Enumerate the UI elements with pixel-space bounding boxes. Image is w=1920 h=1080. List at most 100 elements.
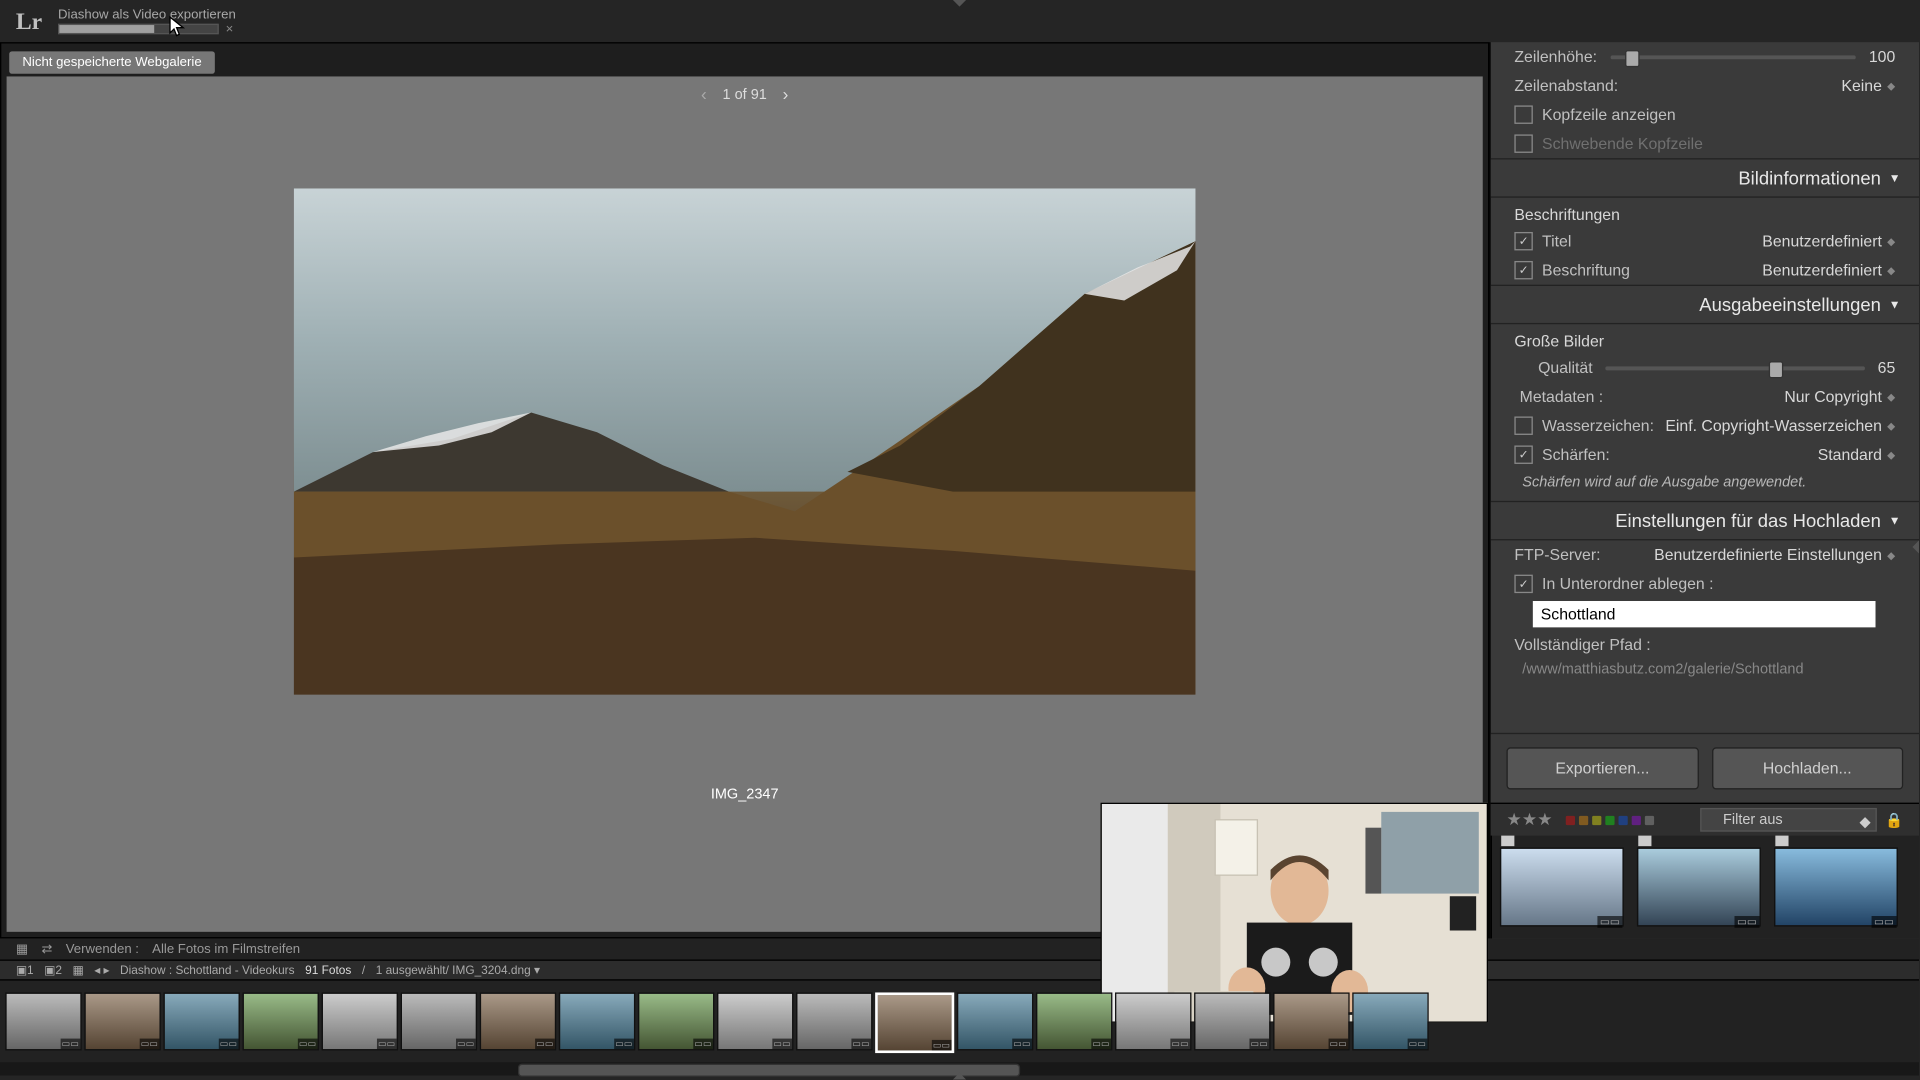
task-progress-fill [59, 25, 154, 33]
sharpen-value[interactable]: Standard [1818, 445, 1882, 463]
sharpen-note: Schärfen wird auf die Ausgabe angewendet… [1491, 469, 1919, 501]
view-status-bar: ▦ ⇄ Verwenden : Alle Fotos im Filmstreif… [0, 938, 1919, 959]
selection-info[interactable]: 1 ausgewählt/ IMG_3204.dng ▾ [376, 963, 540, 977]
task-title: Diashow als Video exportieren [58, 8, 236, 22]
title-value[interactable]: Benutzerdefiniert [1762, 232, 1882, 250]
filmstrip-thumb[interactable]: ▭▭ [1273, 992, 1349, 1050]
color-swatch[interactable] [1632, 815, 1641, 824]
thumb-large[interactable]: ▭▭ [1774, 847, 1898, 926]
breadcrumb-path[interactable]: Diashow : Schottland - Videokurs [120, 963, 295, 976]
ftp-value[interactable]: Benutzerdefinierte Einstellungen [1654, 546, 1882, 564]
lock-icon[interactable]: 🔒 [1885, 811, 1903, 828]
filmstrip-thumb[interactable]: ▭▭ [717, 992, 793, 1050]
row-height-slider[interactable] [1610, 55, 1855, 59]
grid-icon[interactable]: ▦ [16, 942, 28, 956]
filmstrip-thumb[interactable]: ▭▭ [5, 992, 81, 1050]
top-panel-expand-icon[interactable] [953, 0, 966, 7]
subfolder-input[interactable] [1533, 601, 1876, 627]
fullpath-label: Vollständiger Pfad : [1514, 635, 1650, 653]
image-counter: 1 of 91 [722, 86, 766, 102]
watermark-checkbox[interactable] [1514, 416, 1532, 434]
show-header-checkbox[interactable] [1514, 105, 1532, 123]
right-panel: Zeilenhöhe: 100 Zeilenabstand: Keine◆ Ko… [1489, 42, 1919, 938]
quality-value: 65 [1878, 358, 1896, 376]
prev-image-icon[interactable]: ‹ [701, 84, 707, 104]
fullpath-value: /www/matthiasbutz.com2/galerie/Schottlan… [1491, 659, 1919, 688]
app-logo: Lr [16, 7, 42, 35]
row-height-value: 100 [1869, 47, 1895, 65]
filmstrip-thumb[interactable]: ▭▭ [243, 992, 319, 1050]
filmstrip-thumb[interactable]: ▭▭ [1115, 992, 1191, 1050]
filter-bar: ★ ★ ★ Filter aus◆ 🔒 [1491, 803, 1919, 836]
filmstrip-thumb[interactable]: ▭▭ [322, 992, 398, 1050]
upload-button[interactable]: Hochladen... [1711, 747, 1903, 789]
star-icon[interactable]: ★ [1522, 809, 1537, 830]
filmstrip-thumb[interactable]: ▭▭ [1036, 992, 1112, 1050]
filmstrip-thumb[interactable]: ▭▭ [638, 992, 714, 1050]
large-images-subhead: Große Bilder [1491, 324, 1919, 353]
section-upload[interactable]: Einstellungen für das Hochladen▼ [1491, 501, 1919, 541]
secondary-filmstrip: ▭▭ ▭▭ ▭▭ [1491, 836, 1919, 939]
show-header-label: Kopfzeile anzeigen [1542, 105, 1676, 123]
metadata-value[interactable]: Nur Copyright [1784, 387, 1882, 405]
filmstrip-thumb[interactable]: ▭▭ [1194, 992, 1270, 1050]
watermark-label: Wasserzeichen: [1542, 416, 1654, 434]
photo-count: 91 Fotos [305, 963, 351, 976]
color-swatch[interactable] [1592, 815, 1601, 824]
floating-header-checkbox [1514, 134, 1532, 152]
ftp-label: FTP-Server: [1514, 546, 1600, 564]
filter-dropdown[interactable]: Filter aus◆ [1701, 808, 1878, 832]
caption-label: Beschriftung [1542, 261, 1630, 279]
display-1-icon[interactable]: ▣1 [16, 963, 34, 977]
section-output[interactable]: Ausgabeeinstellungen▼ [1491, 285, 1919, 325]
metadata-label: Metadaten : [1520, 387, 1604, 405]
thumb-large[interactable]: ▭▭ [1500, 847, 1624, 926]
title-checkbox[interactable]: ✓ [1514, 232, 1532, 250]
row-spacing-value[interactable]: Keine [1841, 76, 1881, 94]
row-height-label: Zeilenhöhe: [1514, 47, 1597, 65]
color-swatch[interactable] [1618, 815, 1627, 824]
bottom-panel-expand-icon[interactable] [953, 1073, 966, 1080]
scrollbar-thumb[interactable] [518, 1064, 1020, 1077]
subfolder-checkbox[interactable]: ✓ [1514, 575, 1532, 593]
star-icon[interactable]: ★ [1537, 809, 1552, 830]
task-cancel-icon[interactable]: × [226, 22, 234, 36]
caption-value[interactable]: Benutzerdefiniert [1762, 261, 1882, 279]
preview-photo [294, 188, 1196, 694]
filmstrip-thumb[interactable]: ▭▭ [480, 992, 556, 1050]
filmstrip-thumb[interactable]: ▭▭ [559, 992, 635, 1050]
color-swatch[interactable] [1579, 815, 1588, 824]
filmstrip-thumb[interactable]: ▭▭ [84, 992, 160, 1050]
watermark-value: Einf. Copyright-Wasserzeichen [1665, 416, 1882, 434]
grid-view-icon[interactable]: ▦ [73, 963, 84, 977]
background-task: Diashow als Video exportieren × [58, 8, 236, 34]
use-value[interactable]: Alle Fotos im Filmstreifen [152, 942, 300, 956]
gallery-unsaved-badge: Nicht gespeicherte Webgalerie [9, 51, 215, 73]
sharpen-checkbox[interactable]: ✓ [1514, 445, 1532, 463]
title-label: Titel [1542, 232, 1571, 250]
filmstrip-thumb[interactable]: ▭▭ [163, 992, 239, 1050]
display-2-icon[interactable]: ▣2 [44, 963, 62, 977]
filmstrip-thumb[interactable]: ▭▭ [957, 992, 1033, 1050]
color-swatch[interactable] [1605, 815, 1614, 824]
caption-checkbox[interactable]: ✓ [1514, 261, 1532, 279]
color-filter[interactable] [1566, 815, 1654, 824]
filmstrip-thumb[interactable]: ▭▭ [1352, 992, 1428, 1050]
export-button[interactable]: Exportieren... [1506, 747, 1698, 789]
next-image-icon[interactable]: › [783, 84, 789, 104]
section-image-info[interactable]: Bildinformationen▼ [1491, 158, 1919, 198]
filmstrip-thumb[interactable]: ▭▭ [796, 992, 872, 1050]
web-preview: Nicht gespeicherte Webgalerie ‹ 1 of 91 … [0, 42, 1489, 938]
thumb-large[interactable]: ▭▭ [1637, 847, 1761, 926]
quality-slider[interactable] [1606, 366, 1865, 370]
filmstrip[interactable]: ▭▭▭▭▭▭▭▭▭▭▭▭▭▭▭▭▭▭▭▭▭▭▭▭▭▭▭▭▭▭▭▭▭▭▭▭ [0, 979, 1919, 1062]
rating-filter[interactable]: ★ ★ ★ [1506, 809, 1552, 830]
filmstrip-thumb[interactable]: ▭▭ [401, 992, 477, 1050]
star-icon[interactable]: ★ [1506, 809, 1521, 830]
color-swatch[interactable] [1566, 815, 1575, 824]
filmstrip-thumb[interactable]: ▭▭ [875, 992, 954, 1053]
quality-label: Qualität [1538, 358, 1593, 376]
captions-subhead: Beschriftungen [1491, 198, 1919, 227]
color-swatch[interactable] [1645, 815, 1654, 824]
subfolder-label: In Unterordner ablegen : [1542, 575, 1713, 593]
